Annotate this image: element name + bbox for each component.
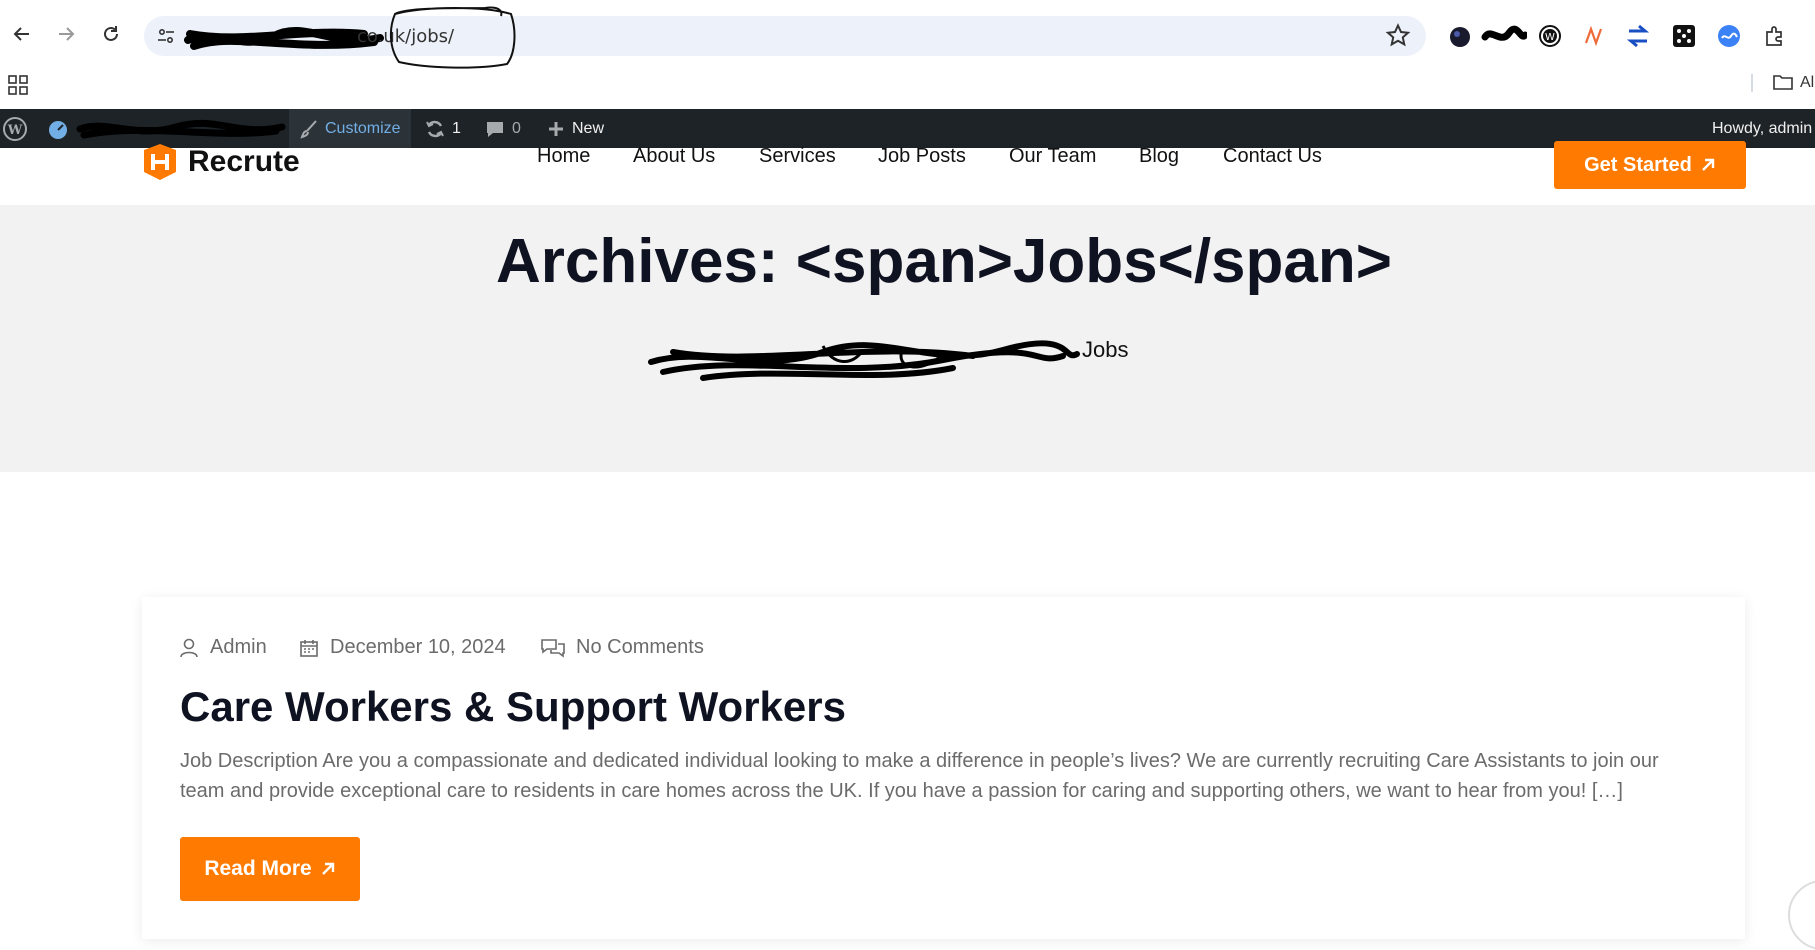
get-started-button[interactable]: Get Started: [1554, 141, 1746, 189]
menu-item-blog[interactable]: Blog: [1139, 145, 1179, 168]
extension-dots-icon[interactable]: [1670, 22, 1698, 50]
plus-icon: [549, 121, 563, 136]
read-more-label: Read More: [204, 857, 312, 880]
site-logo[interactable]: Recrute: [140, 142, 300, 182]
extension-wave-icon[interactable]: [1715, 22, 1743, 50]
breadcrumb-current: Jobs: [1082, 337, 1129, 362]
extension-n-icon[interactable]: [1580, 22, 1608, 50]
extension-bomb-icon[interactable]: [1446, 22, 1474, 50]
svg-text:W: W: [7, 123, 23, 138]
logo-mark-icon: [144, 144, 176, 180]
comment-bubble-icon: [487, 121, 503, 137]
redaction-scribble: [76, 119, 286, 138]
customize-label: Customize: [325, 119, 401, 137]
post-date[interactable]: December 10, 2024: [298, 636, 506, 659]
annotation-circle: [389, 6, 516, 69]
bookmark-folder-label[interactable]: Al: [1800, 74, 1814, 92]
post-excerpt: Job Description Are you a compassionate …: [180, 750, 1659, 802]
comments-link[interactable]: 0: [484, 109, 521, 148]
bookmarks-bar: [0, 73, 1815, 109]
new-label: New: [572, 119, 605, 137]
menu-item-about-us[interactable]: About Us: [633, 145, 715, 168]
extensions-puzzle-icon[interactable]: [1761, 22, 1789, 50]
comments-count: 0: [512, 119, 521, 137]
extension-arrows-icon[interactable]: [1624, 22, 1652, 50]
post-date-text: December 10, 2024: [330, 636, 506, 658]
updates-link[interactable]: 1: [424, 109, 461, 148]
redaction-scribble: [648, 340, 1080, 381]
arrow-up-right-icon: [1702, 158, 1715, 171]
post-author[interactable]: Admin: [178, 636, 267, 659]
updates-count: 1: [452, 119, 461, 137]
post-title[interactable]: Care Workers & Support Workers: [180, 683, 846, 731]
new-content-link[interactable]: New: [546, 109, 604, 148]
menu-item-our-team[interactable]: Our Team: [1009, 145, 1096, 168]
dashboard-icon: [49, 120, 67, 139]
svg-text:W: W: [1545, 32, 1555, 43]
paintbrush-icon: [300, 119, 317, 139]
extension-w-icon[interactable]: W: [1536, 22, 1564, 50]
menu-item-services[interactable]: Services: [759, 145, 836, 168]
comments-icon: [541, 638, 565, 658]
comments-text: No Comments: [576, 636, 704, 658]
bookmarks-separator: [1751, 74, 1753, 92]
calendar-icon: [300, 639, 318, 657]
scroll-to-top-button[interactable]: [1788, 880, 1815, 950]
reload-icon[interactable]: [99, 22, 123, 46]
post-comments[interactable]: No Comments: [540, 636, 704, 659]
bookmark-star-icon[interactable]: [1384, 22, 1412, 50]
back-icon[interactable]: [10, 22, 34, 46]
menu-item-contact-us[interactable]: Contact Us: [1223, 145, 1322, 168]
arrow-up-right-icon: [321, 862, 334, 875]
redaction-scribble: [184, 26, 384, 50]
extension-redacted-icon[interactable]: [1481, 22, 1527, 50]
user-icon: [180, 638, 198, 657]
author-name: Admin: [210, 636, 267, 658]
apps-grid-icon[interactable]: [8, 75, 30, 97]
wordpress-logo-icon[interactable]: W: [2, 109, 30, 148]
site-info-icon[interactable]: [156, 26, 176, 46]
customize-link[interactable]: Customize: [289, 109, 411, 148]
menu-item-home[interactable]: Home: [537, 145, 590, 168]
logo-text: Recrute: [188, 145, 300, 178]
get-started-label: Get Started: [1584, 153, 1692, 176]
folder-icon[interactable]: [1772, 72, 1796, 94]
updates-icon: [426, 120, 444, 137]
howdy-label: Howdy, admin: [1712, 119, 1813, 137]
menu-item-job-posts[interactable]: Job Posts: [878, 145, 966, 168]
page-title: Archives: <span>Jobs</span>: [496, 227, 1392, 296]
forward-icon[interactable]: [54, 22, 78, 46]
read-more-button[interactable]: Read More: [180, 837, 360, 901]
